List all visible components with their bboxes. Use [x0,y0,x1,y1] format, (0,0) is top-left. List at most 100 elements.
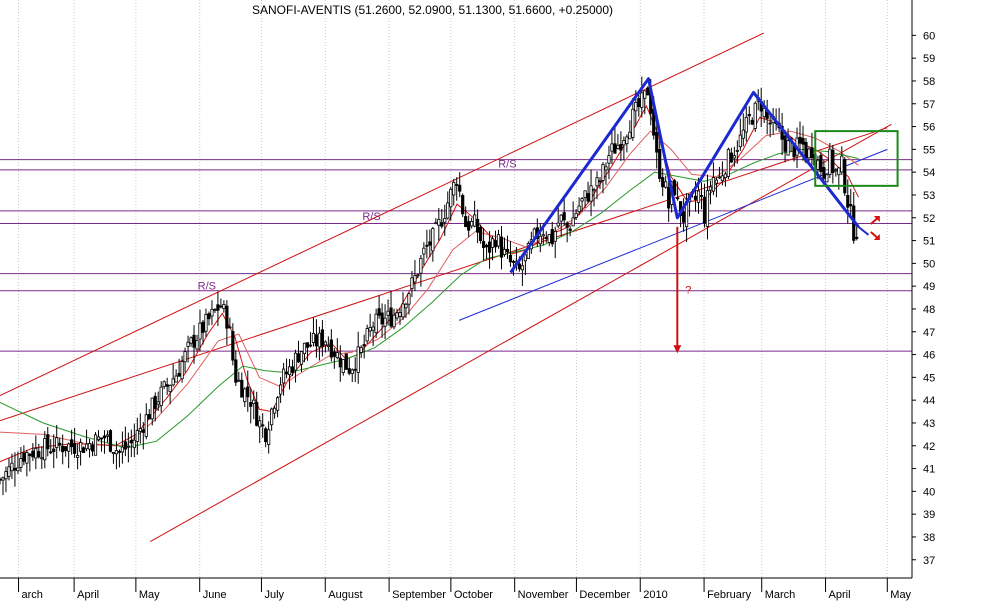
candle-body [198,322,202,340]
candle-body [43,438,47,461]
y-tick-label: 57 [923,99,935,111]
candle-body [96,436,101,440]
candle-body [717,176,722,179]
candle-body [425,244,429,247]
candle-body [481,241,486,248]
candle-body [350,369,354,374]
candle-body [386,310,390,316]
candle-body [553,230,557,242]
candle-body [207,313,211,320]
candle-body [407,293,411,305]
candle-body [547,234,551,243]
candle-body [404,303,408,309]
candle-body [377,308,381,316]
candle-body [705,190,710,227]
candle-body [365,328,369,342]
pattern-extension [857,226,870,236]
y-tick-label: 58 [923,76,935,88]
candle-body [290,366,295,373]
candle-body [302,342,307,355]
candle-body [541,234,545,237]
candle-body [625,136,629,145]
candle-body [159,386,163,406]
candle-body [135,430,139,442]
candle-body [849,204,853,207]
candle-body [711,177,716,192]
candle-body [16,467,20,472]
candle-body [356,346,360,373]
candle-body [168,385,172,393]
candle-body [267,429,271,445]
candle-body [681,211,686,223]
y-tick-label: 56 [923,122,935,134]
x-tick-label: April [77,589,99,601]
candle-body [452,181,456,196]
candle-body [64,446,68,451]
candle-body [192,334,196,348]
candle-body [422,247,426,255]
candle-body [174,375,178,383]
candle-body [311,333,316,343]
candle-body [276,397,280,411]
candle-body [592,189,596,192]
candle-body [213,309,217,311]
candle-body [299,351,304,365]
x-tick-label: August [328,589,362,601]
candle-body [252,399,256,404]
candle-body [99,437,104,440]
candle-body [180,361,184,380]
candle-body [10,462,14,472]
candle-body [446,202,450,219]
y-tick-label: 39 [923,509,935,521]
candle-body [580,198,584,202]
y-tick-label: 46 [923,350,935,362]
x-tick-label: April [829,589,851,601]
candle-body [601,164,605,181]
candle-body [344,353,348,370]
candle-body [568,228,572,231]
x-tick-label: arch [22,589,43,601]
candle-body [332,351,336,357]
candle-body [31,450,35,458]
x-tick-label: December [579,589,630,601]
candle-body [768,122,772,125]
candle-body [801,137,805,145]
candle-body [508,254,513,263]
candle-body [487,241,492,253]
candle-body [395,312,399,319]
candle-body [735,150,739,152]
candle-body [189,337,193,344]
candle-body [326,344,330,347]
candle-body [389,307,393,327]
candle-body [359,347,363,353]
candle-body [673,180,677,196]
candle-body [458,184,462,192]
y-tick-label: 53 [923,190,935,202]
candle-body [661,177,665,188]
candle-body [655,131,659,153]
candle-body [637,98,641,108]
candle-body [70,439,74,448]
candle-body [562,212,566,221]
y-tick-label: 37 [923,555,935,567]
candle-body [828,148,832,175]
candle-body [461,195,465,215]
candle-body [117,451,122,453]
candle-body [183,351,187,363]
candle-body [186,341,190,347]
candle-body [607,155,611,164]
candle-body [380,312,384,325]
candle-body [371,326,375,331]
candle-body [843,159,847,194]
candle-body [520,265,524,271]
y-tick-label: 55 [923,144,935,156]
candle-body [165,384,169,387]
rs-label: R/S [362,211,380,223]
candle-body [559,214,563,222]
candle-body [496,234,501,247]
candle-body [4,471,8,480]
candle-body [37,451,41,458]
y-tick-label: 49 [923,281,935,293]
candle-body [273,407,277,414]
candle-body [574,212,578,218]
